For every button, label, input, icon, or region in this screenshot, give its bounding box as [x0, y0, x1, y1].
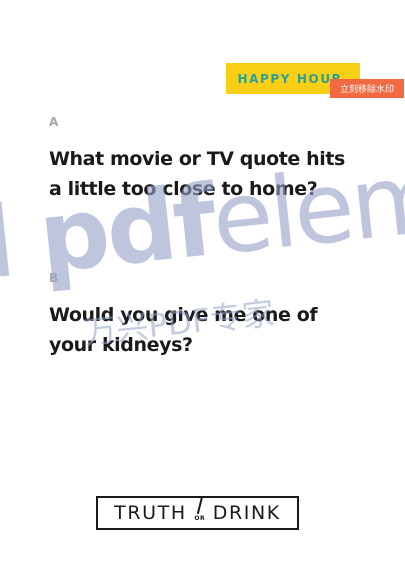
pdfelement-watermark: l pdfelem 万兴PDF专家 [0, 140, 405, 390]
watermark-brand-prefix: l [0, 185, 18, 302]
remove-watermark-button[interactable]: 立刻移除水印 [330, 79, 404, 98]
logo-right-word: DRINK [212, 501, 281, 524]
truth-or-drink-logo: TRUTH OR DRINK [96, 496, 299, 530]
logo-slash [196, 496, 203, 514]
logo-connector: OR [189, 496, 211, 528]
question-b-letter: B [49, 271, 59, 285]
logo-left-word: TRUTH [114, 501, 187, 524]
question-a-letter: A [49, 115, 59, 129]
badge-label: HAPPY HOUR [237, 71, 343, 86]
logo-connector-text: OR [194, 514, 206, 522]
question-b-text: Would you give me one of your kidneys? [49, 304, 318, 356]
question-a-text: What movie or TV quote hits a little too… [49, 148, 345, 200]
